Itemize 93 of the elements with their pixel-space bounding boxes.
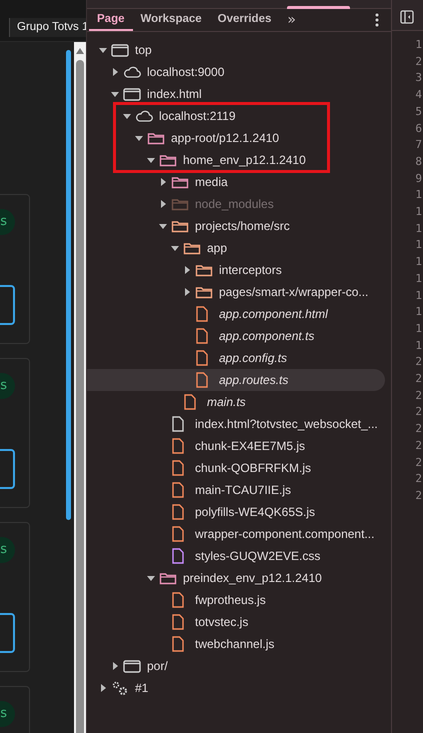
file-name[interactable]: main-TCAU7IIE.js [195,483,292,497]
scroll-up-icon[interactable] [76,48,84,54]
line-number: 5 [415,104,422,120]
line-number: 7 [415,137,422,154]
file-name[interactable]: polyfills-WE4QK65S.js [195,505,316,519]
cloud-icon [123,65,141,79]
file-name[interactable]: totvstec.js [195,615,248,629]
line-number: 2 [415,354,422,370]
line-number: 9 [415,170,422,187]
line-number: 3 [415,70,422,86]
file-name[interactable]: index.html?totvstec_websocket_... [195,417,378,431]
collapse-arrow-icon[interactable] [147,574,155,582]
status-badge: s [0,373,15,399]
file-name[interactable]: chunk-EX4EE7M5.js [195,439,306,453]
tree-item-label[interactable]: localhost:2119 [159,109,236,123]
line-number: 1 [415,288,422,304]
file-name[interactable]: styles-GUQW2EVE.css [195,549,320,563]
collapse-arrow-icon[interactable] [171,244,179,252]
expand-arrow-icon[interactable] [111,68,119,76]
line-number: 1 [415,338,422,354]
gears-icon [111,680,129,696]
line-number: 1 [415,254,422,270]
file-name[interactable]: app.routes.ts [219,373,288,387]
window-icon [111,43,129,57]
line-number: 1 [415,204,422,220]
collapse-arrow-icon[interactable] [159,222,167,230]
line-number: 2 [415,454,422,471]
tree-item-label[interactable]: top [135,43,152,57]
expand-arrow-icon[interactable] [111,662,119,670]
file-name[interactable]: twebchannel.js [195,637,274,651]
expand-arrow-icon[interactable] [159,178,167,186]
window-icon [123,87,141,101]
folder-name[interactable]: app-root/p12.1.2410 [171,131,280,145]
line-number: 2 [415,471,422,488]
file-name[interactable]: chunk-QOBFRFKM.js [195,461,312,475]
line-number: 2 [415,404,422,420]
tab[interactable]: Overrides [210,9,280,31]
line-number: 2 [415,438,422,454]
line-number: 1 [415,270,422,287]
file-name[interactable]: wrapper-component.component... [195,527,374,541]
more-options-icon[interactable] [375,13,379,27]
line-number: 1 [415,320,422,337]
tree-item-label[interactable]: index.html [147,87,202,101]
line-number: 2 [415,488,422,504]
folder-name[interactable]: preindex_env_p12.1.2410 [183,571,322,585]
file-name[interactable]: app.config.ts [219,351,288,365]
sidebar-toggle-icon[interactable] [400,10,414,24]
scrollbar-thumb[interactable] [66,50,71,520]
tree-item-label[interactable]: por/ [147,659,168,673]
folder-name[interactable]: interceptors [219,263,282,277]
line-number: 6 [415,120,422,137]
status-badge: s [0,537,15,563]
expand-arrow-icon[interactable] [183,266,191,274]
line-number: 8 [415,154,422,170]
window-icon [123,659,141,673]
folder-name[interactable]: home_env_p12.1.2410 [183,153,306,167]
line-number: 2 [415,371,422,388]
collapse-arrow-icon[interactable] [123,112,131,120]
line-number: 4 [415,87,422,104]
line-number: 1 [415,187,422,204]
file-name[interactable]: app.component.html [219,307,328,321]
folder-name[interactable]: projects/home/src [195,219,290,233]
more-tabs-button[interactable]: » [281,10,302,30]
cloud-icon [135,109,153,123]
expand-arrow-icon[interactable] [183,288,191,296]
tab-indicator [287,6,350,9]
collapse-arrow-icon[interactable] [111,90,119,98]
folder-name[interactable]: pages/smart-x/wrapper-co... [219,285,368,299]
expand-arrow-icon[interactable] [99,684,107,692]
collapse-arrow-icon[interactable] [99,46,107,54]
file-name[interactable]: main.ts [207,395,246,409]
line-number: 1 [415,304,422,320]
collapse-arrow-icon[interactable] [147,156,155,164]
status-badge: s [0,701,15,727]
file-name[interactable]: app.component.ts [219,329,314,343]
tree-row-highlight[interactable]: app.routes.ts [87,369,385,391]
status-badge: s [0,209,15,235]
line-number: 2 [415,388,422,404]
file-name[interactable]: fwprotheus.js [195,593,266,607]
tree-item-label[interactable]: #1 [135,681,148,695]
tree-item-label[interactable]: localhost:9000 [147,65,224,79]
line-number: 2 [415,421,422,438]
line-number: 1 [415,37,422,53]
folder-name[interactable]: app [207,241,228,255]
line-number: 1 [415,220,422,237]
scrollbar-thumb[interactable] [76,60,84,733]
line-number: 2 [415,54,422,70]
tab[interactable]: Workspace [132,9,210,31]
folder-name[interactable]: media [195,175,228,189]
collapse-arrow-icon[interactable] [135,134,143,142]
tab[interactable]: Page [89,9,132,31]
expand-arrow-icon[interactable] [159,200,167,208]
line-number: 1 [415,237,422,254]
